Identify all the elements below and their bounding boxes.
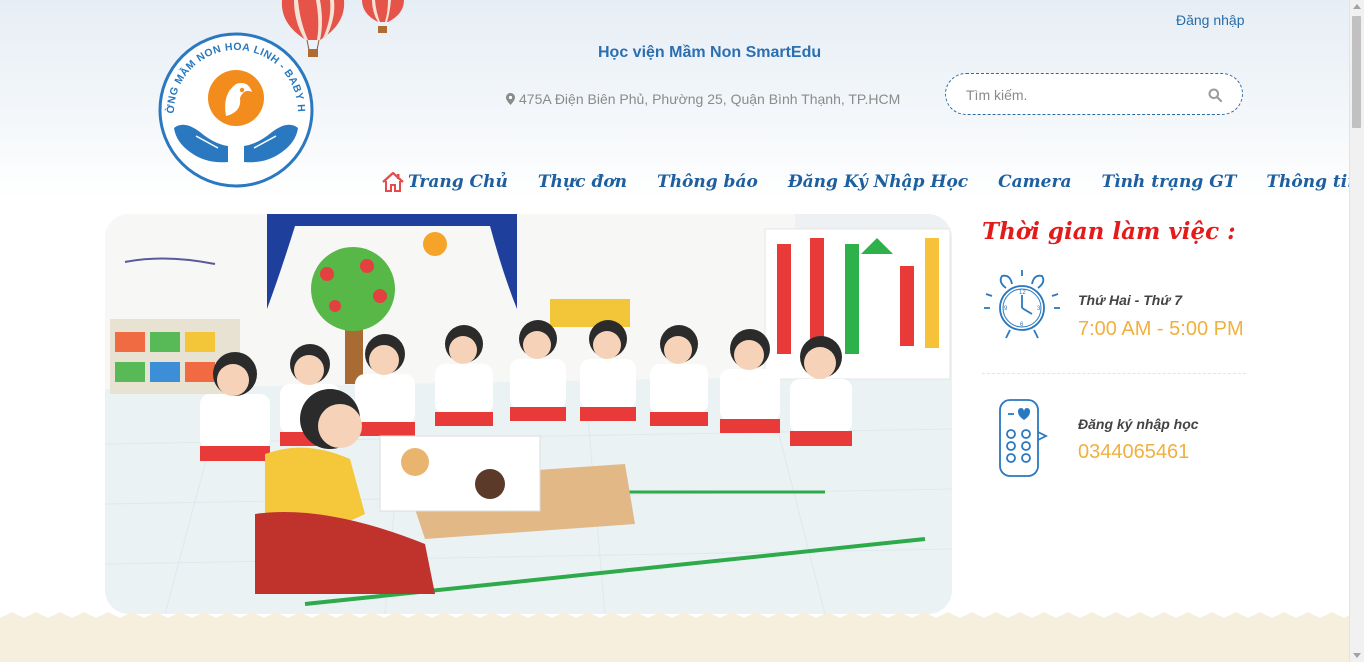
registration-label: Đăng ký nhập học [1078,416,1199,432]
scrollbar-thumb[interactable] [1352,16,1361,128]
registration-phone[interactable]: 0344065461 [1078,441,1189,464]
hero-image [105,214,952,614]
school-logo[interactable]: TRƯỜNG MẦM NON HOA LINH - BABY HOME [156,28,316,190]
nav-item-camera[interactable]: Camera [998,172,1071,192]
working-time-value: 7:00 AM - 5:00 PM [1078,318,1244,340]
nav-item-menu[interactable]: Thực đơn [538,172,627,192]
registration-row: Đăng ký nhập học 0344065461 [982,396,1246,486]
vertical-scrollbar[interactable] [1349,0,1364,662]
phone-icon [999,399,1049,477]
search-icon[interactable] [1208,88,1222,102]
nav-item-notifications[interactable]: Thông báo [657,172,758,192]
scroll-up-icon[interactable] [1353,4,1361,9]
map-marker-icon [506,93,515,105]
scroll-down-icon[interactable] [1353,653,1361,658]
address-text: 475A Điện Biên Phủ, Phường 25, Quận Bình… [519,91,901,107]
nav-item-enrollment[interactable]: Đăng Ký Nhập Học [788,172,968,192]
search-box[interactable] [945,73,1243,115]
svg-text:9: 9 [1004,306,1008,312]
nav-label: Trang Chủ [408,172,508,192]
divider [982,373,1246,374]
footer-decoration [0,612,1350,662]
svg-text:12: 12 [1019,290,1026,296]
search-input[interactable] [964,84,1198,106]
nav-item-child-info[interactable]: Thông tin bé [1266,172,1350,192]
login-link[interactable]: Đăng nhập [1176,12,1245,28]
small-balloon-icon [362,0,404,33]
academy-name: Học viện Mầm Non SmartEdu [598,44,822,61]
nav-item-health-status[interactable]: Tình trạng GT [1101,172,1236,192]
main-nav: Trang Chủ Thực đơn Thông báo Đăng Ký Nhậ… [382,172,1350,192]
alarm-clock-icon: 12 3 6 9 [984,270,1060,339]
working-days-row: 12 3 6 9 Thứ Hai - Thứ 7 7:00 AM - 5:00 … [982,268,1246,358]
working-hours-title: Thời gian làm việc : [982,218,1236,245]
working-days-label: Thứ Hai - Thứ 7 [1078,292,1182,308]
nav-item-home[interactable]: Trang Chủ [382,172,508,192]
page: Đăng nhập TRƯỜNG MẦM NON HOA LINH - BABY… [0,0,1350,662]
address: 475A Điện Biên Phủ, Phường 25, Quận Bình… [506,91,900,107]
home-icon [382,172,404,192]
